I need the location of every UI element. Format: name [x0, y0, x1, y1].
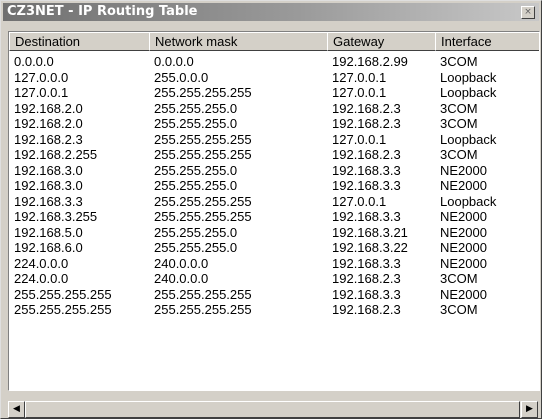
cell-gateway: 192.168.3.21	[332, 224, 408, 240]
cell-gateway: 192.168.3.3	[332, 162, 401, 178]
cell-destination: 192.168.3.0	[14, 162, 83, 178]
cell-interface: NE2000	[440, 240, 487, 255]
cell-interface: 3COM	[440, 116, 478, 131]
cell-destination: 127.0.0.1	[14, 85, 69, 100]
cell-gateway: 192.168.2.3	[332, 116, 401, 131]
cell-gateway: 192.168.2.3	[332, 147, 401, 162]
cell-interface: NE2000	[440, 178, 487, 193]
cell-network-mask: 255.255.255.255	[154, 209, 252, 224]
scrollbar-thumb[interactable]	[25, 401, 520, 418]
horizontal-scrollbar[interactable]: ◀ ▶	[8, 401, 538, 418]
cell-destination: 192.168.2.255	[14, 147, 98, 162]
cell-gateway: 127.0.0.1	[332, 131, 387, 147]
cell-destination: 192.168.3.3	[14, 193, 83, 209]
cell-interface: 3COM	[440, 302, 478, 317]
cell-interface: NE2000	[440, 224, 487, 240]
cell-interface: Loopback	[440, 193, 497, 209]
cell-interface: NE2000	[440, 286, 487, 302]
routing-table-window: CZ3NET - IP Routing Table × Destination …	[0, 0, 542, 419]
cell-gateway: 127.0.0.1	[332, 85, 387, 100]
cell-network-mask: 255.255.255.0	[154, 162, 238, 178]
cell-gateway: 192.168.2.3	[332, 271, 401, 286]
column-header-destination[interactable]: Destination	[9, 32, 150, 51]
cell-destination: 255.255.255.255	[14, 302, 112, 317]
cell-gateway: 192.168.3.22	[332, 240, 408, 255]
scroll-right-icon[interactable]: ▶	[521, 401, 538, 418]
cell-destination: 224.0.0.0	[14, 271, 69, 286]
cell-network-mask: 0.0.0.0	[154, 54, 194, 69]
cell-network-mask: 255.255.255.255	[154, 302, 252, 317]
cell-destination: 192.168.2.0	[14, 116, 83, 131]
cell-destination: 192.168.2.0	[14, 100, 83, 116]
close-icon[interactable]: ×	[521, 6, 535, 19]
cell-interface: 3COM	[440, 271, 478, 286]
cell-interface: NE2000	[440, 162, 487, 178]
cell-network-mask: 255.255.255.0	[154, 116, 238, 131]
cell-gateway: 127.0.0.1	[332, 69, 387, 85]
cell-destination: 255.255.255.255	[14, 286, 112, 302]
cell-network-mask: 255.255.255.255	[154, 286, 252, 302]
cell-network-mask: 255.255.255.0	[154, 100, 238, 116]
cell-network-mask: 240.0.0.0	[154, 255, 209, 271]
title-bar[interactable]: CZ3NET - IP Routing Table ×	[3, 3, 539, 21]
cell-interface: 3COM	[440, 147, 478, 162]
cell-gateway: 192.168.3.3	[332, 286, 401, 302]
window-title: CZ3NET - IP Routing Table	[7, 4, 198, 19]
cell-network-mask: 255.255.255.0	[154, 224, 238, 240]
cell-gateway: 192.168.3.3	[332, 255, 401, 271]
cell-network-mask: 255.0.0.0	[154, 69, 209, 85]
cell-destination: 192.168.3.255	[14, 209, 98, 224]
cell-network-mask: 255.255.255.255	[154, 131, 252, 147]
cell-interface: NE2000	[440, 209, 487, 224]
cell-destination: 0.0.0.0	[14, 54, 54, 69]
cell-destination: 127.0.0.0	[14, 69, 69, 85]
cell-network-mask: 255.255.255.255	[154, 193, 252, 209]
cell-interface: NE2000	[440, 255, 487, 271]
cell-network-mask: 255.255.255.0	[154, 240, 238, 255]
cell-gateway: 192.168.3.3	[332, 178, 401, 193]
cell-network-mask: 255.255.255.255	[154, 85, 252, 100]
cell-destination: 192.168.3.0	[14, 178, 83, 193]
scroll-left-icon[interactable]: ◀	[8, 401, 25, 418]
cell-destination: 192.168.5.0	[14, 224, 83, 240]
cell-interface: Loopback	[440, 131, 497, 147]
cell-destination: 224.0.0.0	[14, 255, 69, 271]
column-header-row: Destination Network mask Gateway Interfa…	[9, 32, 539, 51]
cell-network-mask: 240.0.0.0	[154, 271, 209, 286]
cell-network-mask: 255.255.255.255	[154, 147, 252, 162]
cell-gateway: 192.168.2.99	[332, 54, 408, 69]
cell-gateway: 192.168.2.3	[332, 302, 401, 317]
cell-gateway: 127.0.0.1	[332, 193, 387, 209]
cell-interface: 3COM	[440, 54, 478, 69]
cell-destination: 192.168.2.3	[14, 131, 83, 147]
cell-destination: 192.168.6.0	[14, 240, 83, 255]
cell-gateway: 192.168.2.3	[332, 100, 401, 116]
column-header-network-mask[interactable]: Network mask	[149, 32, 328, 51]
cell-interface: 3COM	[440, 100, 478, 116]
column-header-gateway[interactable]: Gateway	[327, 32, 436, 51]
column-header-interface[interactable]: Interface	[435, 32, 539, 51]
cell-gateway: 192.168.3.3	[332, 209, 401, 224]
cell-network-mask: 255.255.255.0	[154, 178, 238, 193]
routing-table[interactable]: Destination Network mask Gateway Interfa…	[8, 31, 540, 391]
cell-interface: Loopback	[440, 69, 497, 85]
cell-interface: Loopback	[440, 85, 497, 100]
